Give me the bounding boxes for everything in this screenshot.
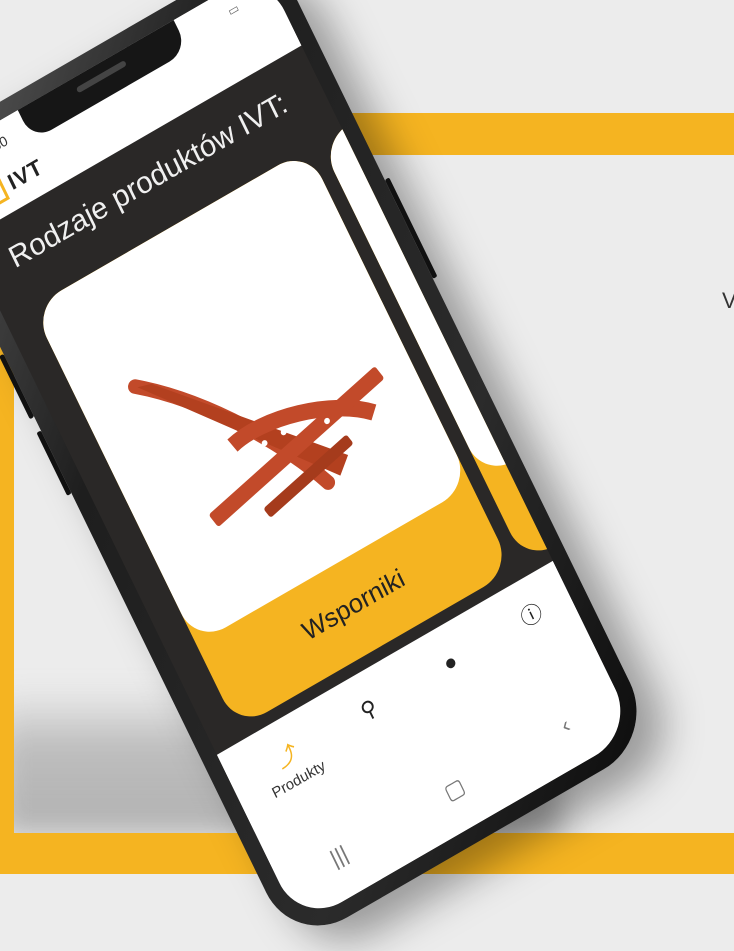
- logo-text: IVT: [3, 153, 47, 195]
- home-icon[interactable]: ▢: [440, 773, 469, 807]
- backdrop-partial-text: V: [722, 288, 734, 313]
- tab-search[interactable]: ⚲: [324, 675, 413, 743]
- notch: [17, 19, 189, 141]
- recents-icon[interactable]: |||: [326, 840, 352, 872]
- back-icon[interactable]: ‹: [557, 712, 575, 739]
- app-logo[interactable]: IVT: [0, 151, 49, 217]
- status-time: 10:30: [0, 132, 11, 165]
- tab-user[interactable]: ●: [406, 628, 495, 696]
- user-icon: ●: [438, 647, 462, 677]
- info-icon: ⓘ: [516, 598, 547, 632]
- tab-produkty[interactable]: ⤴ Produkty: [243, 722, 342, 809]
- battery-icon: ▭: [225, 0, 242, 19]
- search-icon: ⚲: [356, 693, 382, 725]
- earpiece-speaker: [75, 59, 127, 94]
- tab-info[interactable]: ⓘ: [487, 581, 576, 649]
